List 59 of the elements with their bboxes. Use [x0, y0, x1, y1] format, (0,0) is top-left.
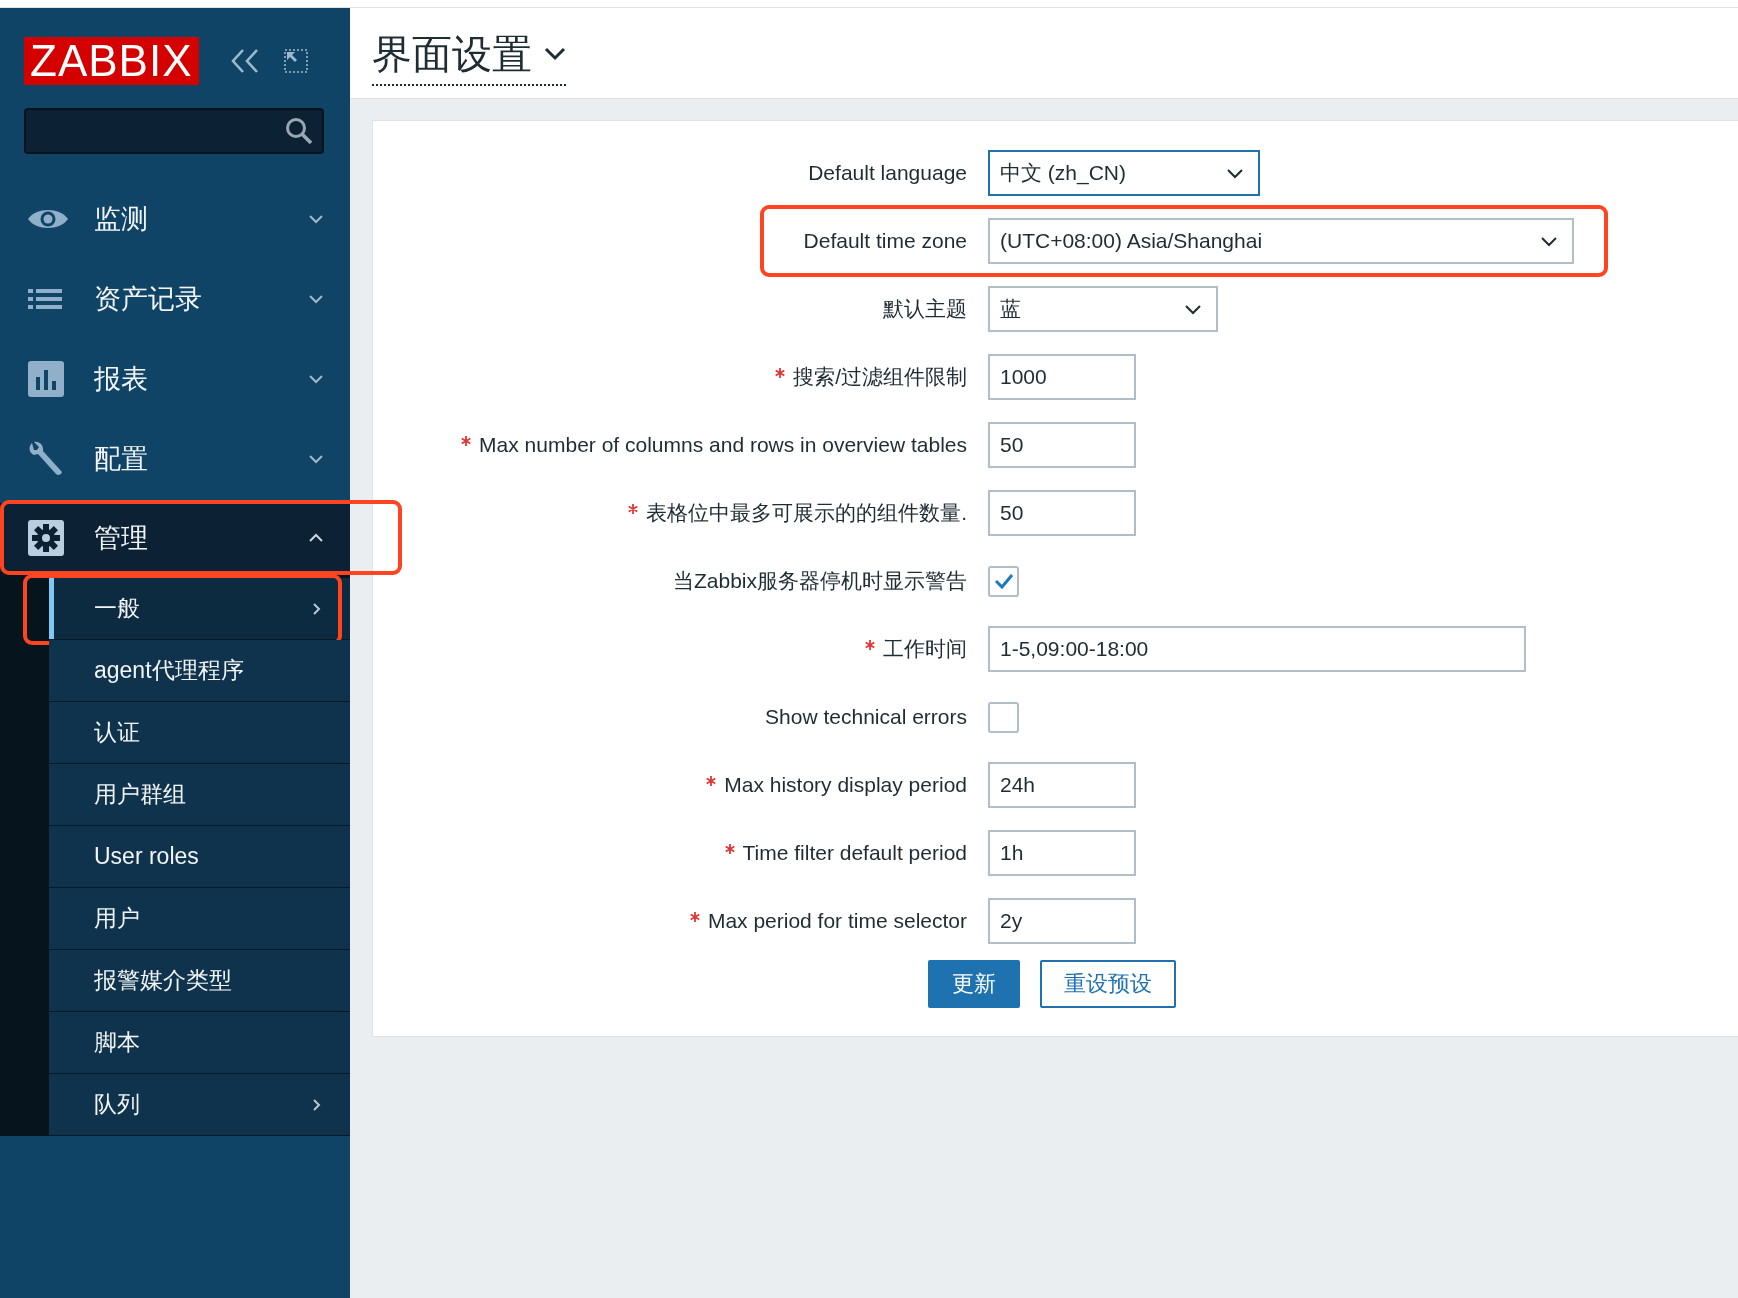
chevron-down-icon [308, 213, 324, 225]
field-label: Default time zone [803, 229, 967, 252]
page-title-dropdown[interactable]: 界面设置 [372, 26, 566, 86]
menu-item[interactable]: 报表 [0, 339, 350, 419]
submenu-item[interactable]: 认证 [49, 702, 350, 764]
menu-item[interactable]: 管理 [0, 503, 350, 572]
submenu-item[interactable]: 一般 [49, 578, 350, 640]
chevron-down-icon [308, 293, 324, 305]
field-label: Default language [808, 161, 967, 184]
checkbox[interactable] [988, 701, 1019, 733]
field-label: Max number of columns and rows in overview tables [479, 433, 967, 456]
chevron-down-icon [308, 373, 324, 385]
dropdown[interactable]: 蓝 [988, 286, 1218, 332]
chevron-right-icon [312, 601, 322, 616]
checkbox[interactable] [988, 565, 1019, 597]
field-label: 当Zabbix服务器停机时显示警告 [672, 569, 967, 592]
bar-chart-icon [26, 359, 66, 399]
input-field[interactable]: 1000 [988, 354, 1136, 400]
chevron-down-icon [1184, 303, 1202, 315]
dropdown[interactable]: 中文 (zh_CN) [988, 150, 1260, 196]
input-field[interactable]: 2y [988, 898, 1136, 944]
input-field[interactable]: 1-5,09:00-18:00 [988, 626, 1526, 672]
fullscreen-icon[interactable] [282, 47, 309, 74]
chevron-down-icon [1540, 235, 1558, 247]
menu-item[interactable]: 监测 [0, 179, 350, 259]
chevron-up-icon [308, 531, 324, 544]
submenu-item[interactable]: agent代理程序 [49, 640, 350, 702]
submenu-item[interactable]: User roles [49, 826, 350, 888]
field-label: 搜索/过滤组件限制 [793, 365, 967, 388]
reset-defaults-button[interactable]: 重设预设 [1039, 960, 1176, 1008]
field-label: 表格位中最多可展示的的组件数量. [646, 501, 967, 524]
chevron-down-icon [544, 47, 566, 61]
chevron-down-icon [308, 453, 324, 465]
field-label: Max history display period [724, 773, 967, 796]
input-field[interactable]: 24h [988, 762, 1136, 808]
submenu-item[interactable]: 用户群组 [49, 764, 350, 826]
search-icon[interactable] [284, 116, 314, 146]
input-field[interactable]: 1h [988, 830, 1136, 876]
menu-item[interactable]: 资产记录 [0, 259, 350, 339]
dropdown[interactable]: (UTC+08:00) Asia/Shanghai [988, 218, 1574, 264]
input-field[interactable]: 50 [988, 422, 1136, 468]
search-field[interactable] [24, 108, 324, 154]
submenu-item[interactable]: 队列 [49, 1074, 350, 1136]
checkmark-icon [992, 571, 1015, 591]
field-label: 工作时间 [883, 637, 967, 660]
gear-icon [26, 517, 66, 558]
input-field[interactable]: 50 [988, 490, 1136, 536]
field-label: Show technical errors [765, 705, 967, 728]
submenu-item[interactable]: 脚本 [49, 1012, 350, 1074]
field-label: Time filter default period [742, 841, 967, 864]
update-button[interactable]: 更新 [927, 960, 1020, 1008]
chevron-down-icon [1226, 167, 1244, 179]
field-label: 默认主题 [883, 297, 967, 320]
menu-item[interactable]: 配置 [0, 419, 350, 499]
zabbix-logo: ZABBIX [24, 36, 199, 85]
chevron-right-icon [312, 1097, 322, 1112]
submenu-item[interactable]: 用户 [49, 888, 350, 950]
submenu-item[interactable]: 报警媒介类型 [49, 950, 350, 1012]
field-label: Max period for time selector [707, 909, 967, 932]
